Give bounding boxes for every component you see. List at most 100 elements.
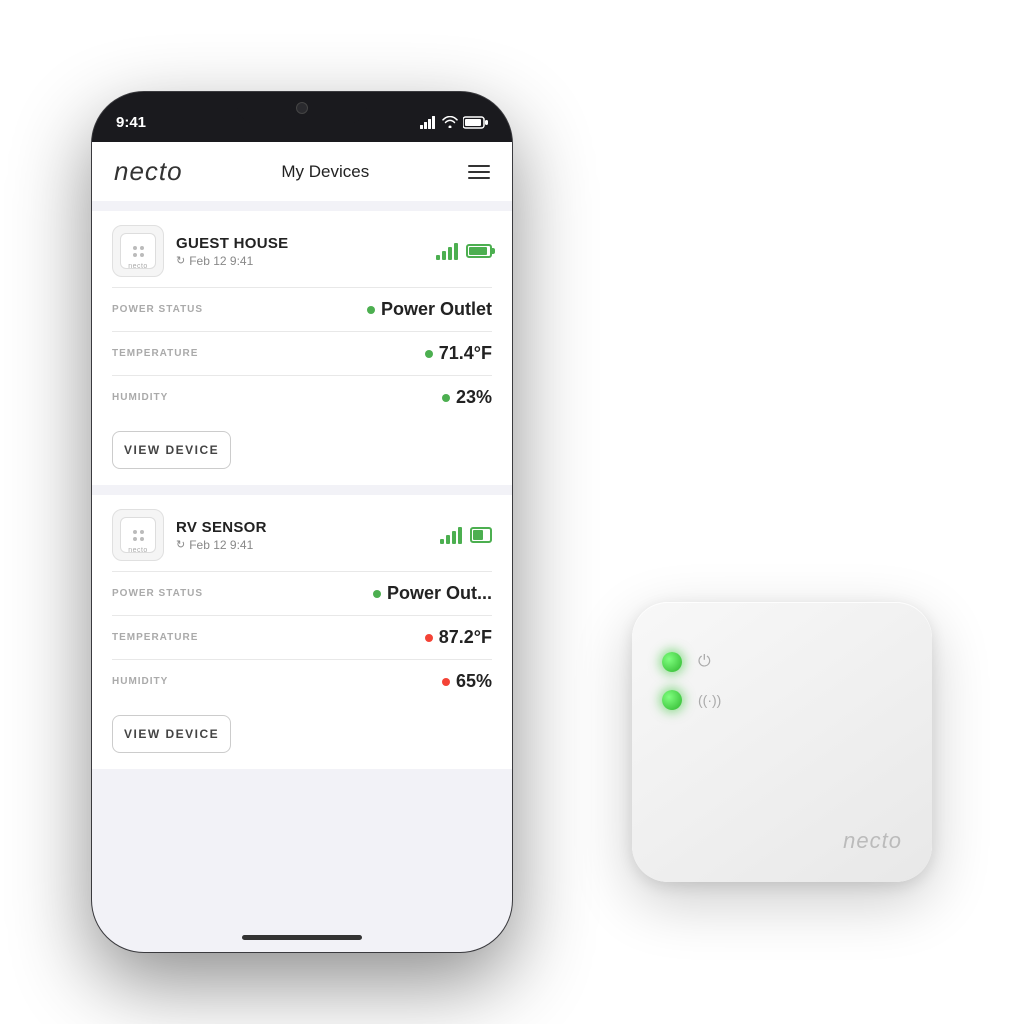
power-status-row-rv: POWER STATUS Power Out... [112,571,492,615]
status-bar: 9:41 [92,92,512,142]
power-status-value-rv: Power Out... [373,583,492,604]
thumb-dot [140,246,144,250]
device-thumb-label: necto [128,263,148,270]
signal-bar-rv-2 [446,535,450,544]
view-device-button-1[interactable]: VIEW DEVICE [112,431,231,469]
thumb-dot-rv [133,530,137,534]
device-list: necto GUEST HOUSE ↻ Feb 12 9:41 [92,201,512,952]
signal-bar-rv-1 [440,539,444,544]
notch [237,92,367,124]
signal-bar-rv-4 [458,527,462,544]
temperature-value: 71.4°F [425,343,492,364]
power-icon: ⏻ [698,653,711,671]
signal-bars-rv-icon [440,526,462,544]
battery-rv-icon [470,527,492,543]
device-name: GUEST HOUSE [176,235,424,252]
device-sync-rv: ↻ Feb 12 9:41 [176,538,428,552]
necto-led-row-2: ((·)) [662,690,721,710]
home-bar [242,935,362,940]
device-info: GUEST HOUSE ↻ Feb 12 9:41 [176,235,424,268]
temperature-dot [425,350,433,358]
wifi-led [662,690,682,710]
cellular-icon [420,116,437,129]
signal-bars-icon [436,242,458,260]
device-thumb-dots-rv [133,530,144,541]
temperature-row-rv: TEMPERATURE 87.2°F [112,615,492,659]
power-status-value: Power Outlet [367,299,492,320]
hamburger-line-1 [468,165,490,167]
menu-button[interactable] [468,165,490,179]
device-data-rows: POWER STATUS Power Outlet TEMPERATURE 71… [92,287,512,419]
humidity-value-rv: 65% [442,671,492,692]
status-time: 9:41 [116,114,146,131]
necto-led-row-1: ⏻ [662,652,721,672]
power-status-dot-rv [373,590,381,598]
sync-icon: ↻ [176,254,185,267]
phone-screen: necto My Devices [92,142,512,952]
thumb-dot-rv [133,537,137,541]
app-title: My Devices [281,162,369,182]
battery-icon [463,116,488,129]
device-status-icons [436,242,492,260]
device-data-rows-rv: POWER STATUS Power Out... TEMPERATURE 87… [92,571,512,703]
device-sync: ↻ Feb 12 9:41 [176,254,424,268]
humidity-dot-rv [442,678,450,686]
thumb-dot [133,253,137,257]
device-info-rv: RV SENSOR ↻ Feb 12 9:41 [176,519,428,552]
signal-bar-4 [454,243,458,260]
signal-bar-3 [448,247,452,260]
signal-bar-rv-3 [452,531,456,544]
device-card-rv-sensor[interactable]: necto RV SENSOR ↻ Feb 12 9:41 [92,495,512,769]
power-led [662,652,682,672]
humidity-row-rv: HUMIDITY 65% [112,659,492,703]
thumb-dot-rv [140,530,144,534]
humidity-row: HUMIDITY 23% [112,375,492,419]
wifi-icon [442,116,458,128]
signal-bar-1 [436,255,440,260]
humidity-label-rv: HUMIDITY [112,676,168,687]
temperature-row: TEMPERATURE 71.4°F [112,331,492,375]
view-device-button-2[interactable]: VIEW DEVICE [112,715,231,753]
battery-status-icon [466,244,492,258]
device-card-guest-house[interactable]: necto GUEST HOUSE ↻ Feb 12 9:41 [92,211,512,485]
thumb-dot-rv [140,537,144,541]
humidity-value: 23% [442,387,492,408]
device-thumb-label-rv: necto [128,547,148,554]
humidity-label: HUMIDITY [112,392,168,403]
humidity-dot [442,394,450,402]
battery-fill [469,247,487,255]
device-status-icons-rv [440,526,492,544]
power-status-row: POWER STATUS Power Outlet [112,287,492,331]
app-header: necto My Devices [92,142,512,201]
battery-rv-fill [473,530,483,540]
temperature-label-rv: TEMPERATURE [112,632,198,643]
power-status-label: POWER STATUS [112,304,203,315]
device-header-rv: necto RV SENSOR ↻ Feb 12 9:41 [92,495,512,571]
hamburger-line-2 [468,171,490,173]
thumb-dot [140,253,144,257]
device-thumbnail-rv: necto [112,509,164,561]
sync-icon-rv: ↻ [176,538,185,551]
app-logo: necto [114,156,183,187]
power-status-dot [367,306,375,314]
wifi-led-icon: ((·)) [698,692,721,708]
sync-time-rv: Feb 12 9:41 [189,538,253,552]
sync-time: Feb 12 9:41 [189,254,253,268]
necto-leds: ⏻ ((·)) [662,652,721,710]
device-name-rv: RV SENSOR [176,519,428,536]
temperature-label: TEMPERATURE [112,348,198,359]
scene: 9:41 [62,62,962,962]
device-thumb-dots [133,246,144,257]
device-thumbnail: necto [112,225,164,277]
necto-device-box: ⏻ ((·)) necto [632,602,932,882]
thumb-dot [133,246,137,250]
temperature-value-rv: 87.2°F [425,627,492,648]
status-icons [420,116,488,129]
hamburger-line-3 [468,177,490,179]
temperature-dot-rv [425,634,433,642]
signal-bar-2 [442,251,446,260]
power-status-label-rv: POWER STATUS [112,588,203,599]
necto-device-brand: necto [843,828,902,854]
front-camera [296,102,308,114]
device-header: necto GUEST HOUSE ↻ Feb 12 9:41 [92,211,512,287]
